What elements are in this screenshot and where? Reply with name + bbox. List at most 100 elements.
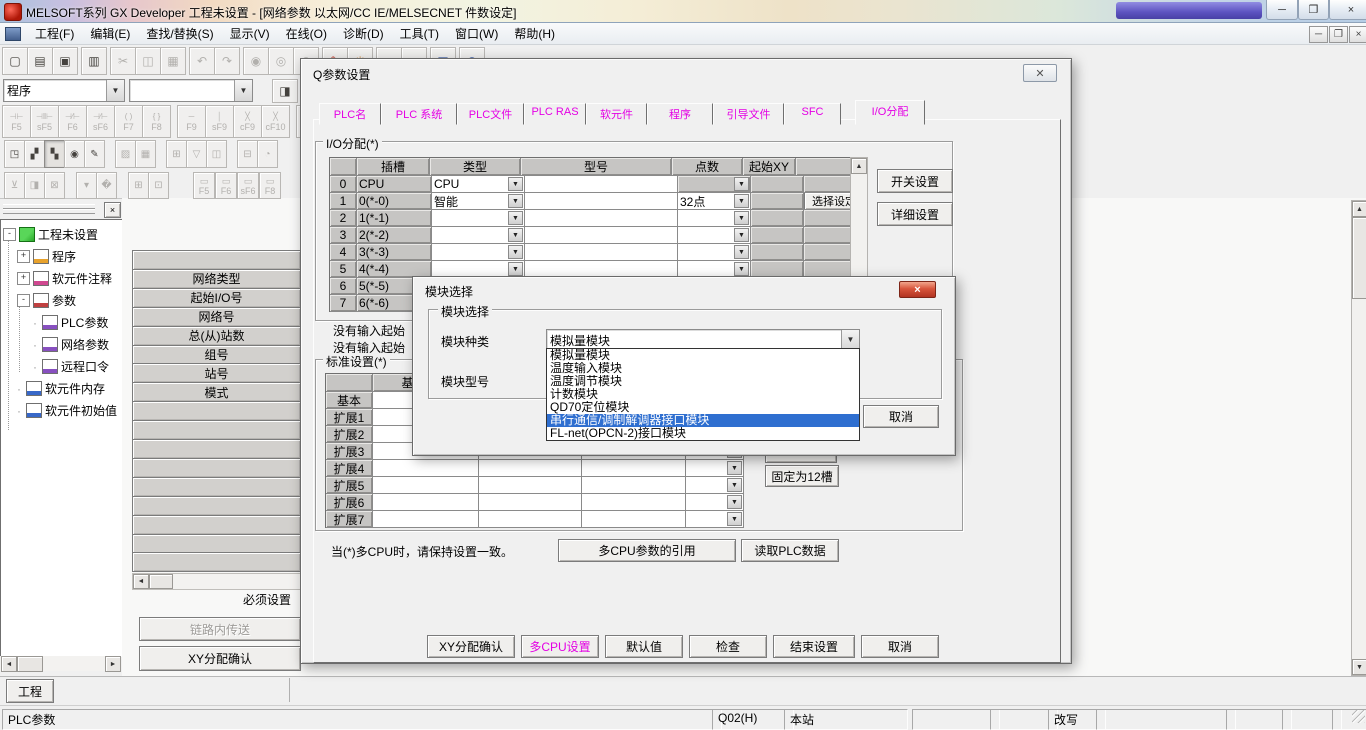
comment-display-icon[interactable]: ▞ [24, 140, 45, 168]
ladder-F9-button[interactable]: ─F9 [177, 105, 206, 138]
window-sF6-button[interactable]: ▭sF6 [237, 172, 259, 199]
ladder-F6-button[interactable]: ⊣⁄⊢F6 [58, 105, 87, 138]
dropdown-option[interactable]: QD70定位模块 [547, 401, 859, 414]
std-value-cell[interactable] [373, 494, 479, 511]
io-model-cell[interactable] [525, 176, 678, 193]
xy-confirm-button[interactable]: XY分配确认 [139, 646, 301, 671]
std-value-cell[interactable] [582, 494, 686, 511]
time-chart-icon[interactable]: ⊟ [237, 140, 258, 168]
project-tab[interactable]: 工程 [6, 679, 54, 703]
paste-icon[interactable]: ▦ [160, 47, 186, 75]
network-vscrollbar[interactable]: ▲ ▼ [1351, 200, 1366, 676]
block-down-icon[interactable]: ⊡ [148, 172, 169, 199]
close-icon[interactable]: × [1329, 0, 1366, 20]
close-icon[interactable]: ✕ [1023, 64, 1057, 82]
ladder-F8-button[interactable]: { }F8 [142, 105, 171, 138]
find-next-icon[interactable]: ◎ [268, 47, 294, 75]
chevron-down-icon[interactable]: ▼ [734, 228, 749, 242]
scroll-left-icon[interactable]: ◄ [1, 656, 17, 672]
tree-item-comment[interactable]: +软元件注释 [1, 270, 122, 287]
bottom-button-结束设置[interactable]: 结束设置 [773, 635, 855, 658]
ladder-sF9-button[interactable]: │sF9 [205, 105, 234, 138]
read-plc-data-button[interactable]: 读取PLC数据 [741, 539, 839, 562]
tree-item-remote-password[interactable]: ·远程口令 [1, 358, 122, 375]
io-type-cell[interactable]: 智能▼ [432, 193, 525, 210]
menu-工具[interactable]: 工具(T) [392, 23, 447, 44]
std-value-cell[interactable] [373, 460, 479, 477]
scroll-left-icon[interactable]: ◄ [133, 574, 149, 589]
chevron-down-icon[interactable]: ▼ [727, 478, 742, 492]
dropdown-option[interactable]: 模拟量模块 [547, 349, 859, 362]
doc-search-icon[interactable]: ◨ [272, 79, 298, 103]
io-startxy-cell[interactable] [751, 244, 804, 261]
io-model-cell[interactable] [525, 227, 678, 244]
chevron-down-icon[interactable]: ▼ [508, 194, 523, 208]
std-value-cell[interactable] [582, 511, 686, 528]
io-type-cell[interactable]: ▼ [432, 244, 525, 261]
scroll-thumb[interactable] [149, 574, 173, 589]
dropdown-option[interactable]: 串行通信/调制解调器接口模块 [547, 414, 859, 427]
close-icon[interactable]: × [104, 202, 121, 218]
std-value-cell[interactable] [479, 460, 582, 477]
chevron-down-icon[interactable]: ▼ [734, 211, 749, 225]
tab-PLC RAS[interactable]: PLC RAS [524, 103, 586, 125]
std-value-cell[interactable] [582, 477, 686, 494]
ladder-cF9-button[interactable]: ╳cF9 [233, 105, 262, 138]
chevron-down-icon[interactable]: ▼ [734, 177, 749, 191]
cut-icon[interactable]: ✂ [110, 47, 136, 75]
maximize-icon[interactable]: ❐ [1298, 0, 1329, 20]
dropdown-option[interactable]: 计数模块 [547, 388, 859, 401]
scroll-thumb[interactable] [17, 656, 43, 672]
tab-程序[interactable]: 程序 [647, 103, 713, 125]
tree-item-root[interactable]: -工程未设置 [3, 226, 121, 243]
mdi-restore-icon[interactable]: ❐ [1329, 26, 1348, 43]
fixed-12-slots-button[interactable]: 固定为12槽 [765, 465, 839, 487]
bottom-button-多CPU设置[interactable]: 多CPU设置 [521, 635, 599, 658]
chevron-down-icon[interactable]: ▼ [841, 330, 859, 349]
tab-SFC[interactable]: SFC [784, 103, 841, 125]
menu-窗口[interactable]: 窗口(W) [447, 23, 506, 44]
detail-settings-button[interactable]: 详细设置 [877, 202, 953, 226]
chevron-down-icon[interactable]: ▼ [234, 80, 252, 101]
dropdown-option[interactable]: 温度输入模块 [547, 362, 859, 375]
ladder-F7-button[interactable]: ( )F7 [114, 105, 143, 138]
ladder-F5-button[interactable]: ⊣⊢F5 [2, 105, 31, 138]
collapse-icon[interactable]: - [3, 228, 16, 241]
scroll-down-icon[interactable]: ▼ [1352, 659, 1366, 675]
tab-I/O分配[interactable]: I/O分配 [855, 100, 925, 125]
bottom-button-检查[interactable]: 检查 [689, 635, 767, 658]
upload-from-plc-icon[interactable]: ◨ [24, 172, 45, 199]
chevron-down-icon[interactable]: ▼ [727, 461, 742, 475]
chevron-down-icon[interactable]: ▼ [734, 262, 749, 276]
tree-item-parameter[interactable]: -参数 [1, 292, 122, 309]
grid-display-icon[interactable]: ⊞ [128, 172, 149, 199]
menu-工程[interactable]: 工程(F) [27, 23, 82, 44]
io-model-cell[interactable] [525, 244, 678, 261]
open-folder-icon[interactable]: ▤ [27, 47, 53, 75]
print-icon[interactable]: ▥ [81, 47, 107, 75]
tree-item-program[interactable]: +程序 [1, 248, 122, 265]
resize-grip[interactable] [1352, 710, 1365, 723]
copy-icon[interactable]: ◫ [135, 47, 161, 75]
menu-查找/替换[interactable]: 查找/替换(S) [138, 23, 221, 44]
tab-PLC名[interactable]: PLC名 [319, 103, 381, 125]
menu-显示[interactable]: 显示(V) [222, 23, 278, 44]
window-F6-button[interactable]: ▭F6 [215, 172, 237, 199]
menu-诊断[interactable]: 诊断(D) [335, 23, 392, 44]
close-icon[interactable]: × [899, 281, 936, 298]
new-file-icon[interactable]: ▢ [2, 47, 28, 75]
menu-在线[interactable]: 在线(O) [278, 23, 335, 44]
scroll-up-icon[interactable]: ▲ [1352, 201, 1366, 217]
save-icon[interactable]: ▣ [52, 47, 78, 75]
tab-PLC 系统[interactable]: PLC 系统 [381, 103, 457, 125]
scroll-thumb[interactable] [1352, 217, 1366, 299]
mdi-child-icon[interactable] [5, 27, 21, 41]
tree-item-plc-parameter[interactable]: ·PLC参数 [1, 314, 122, 331]
io-points-cell[interactable]: ▼ [678, 210, 751, 227]
tab-PLC文件[interactable]: PLC文件 [457, 103, 524, 125]
download-to-plc-icon[interactable]: ⊻ [4, 172, 25, 199]
io-model-cell[interactable] [525, 210, 678, 227]
chevron-down-icon[interactable]: ▼ [508, 245, 523, 259]
chevron-down-icon[interactable]: ▼ [734, 194, 749, 208]
options-grid-icon[interactable]: ◔ [257, 140, 278, 168]
